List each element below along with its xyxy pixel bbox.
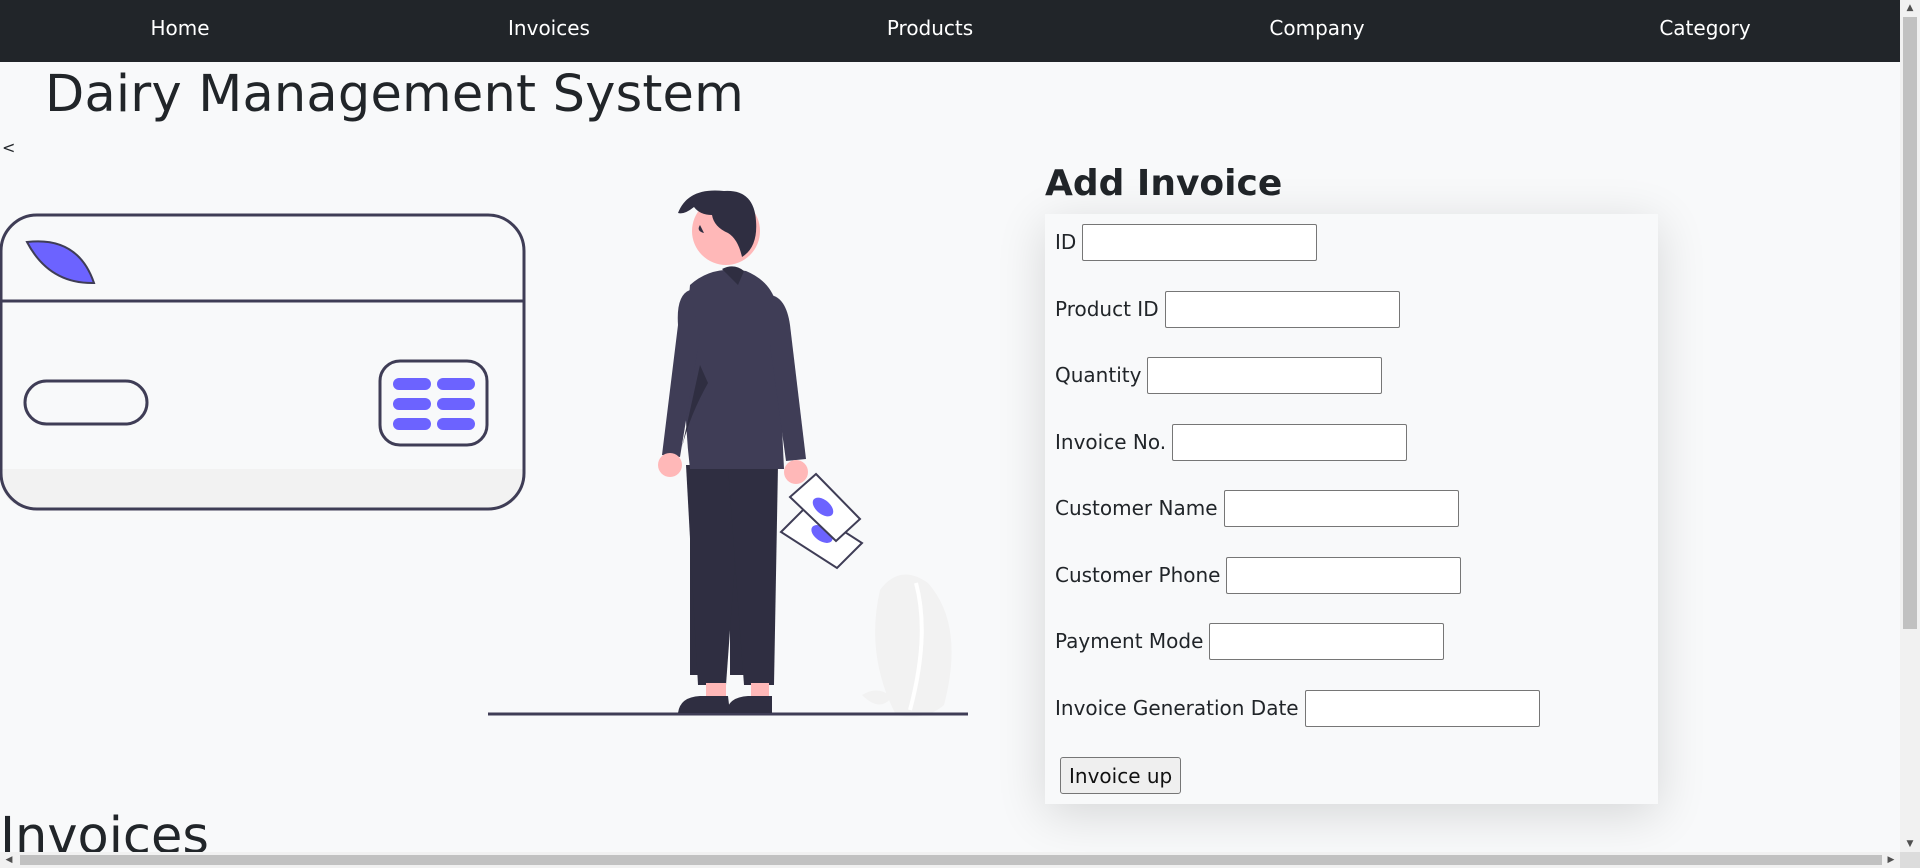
stray-text: < bbox=[2, 138, 16, 157]
vertical-scrollbar[interactable]: ▲ ▼ bbox=[1900, 0, 1920, 868]
customer-phone-label: Customer Phone bbox=[1055, 563, 1221, 587]
nav-item-home[interactable]: Home bbox=[150, 0, 209, 56]
page-title: Dairy Management System bbox=[45, 65, 745, 124]
form-row-product-id: Product ID bbox=[1055, 290, 1400, 328]
form-row-customer-phone: Customer Phone bbox=[1055, 556, 1462, 594]
quantity-label: Quantity bbox=[1055, 363, 1142, 387]
scrollbar-corner bbox=[1900, 852, 1920, 868]
form-title: Add Invoice bbox=[1045, 163, 1283, 204]
invoice-generation-date-input[interactable] bbox=[1304, 689, 1540, 727]
card-pill-shape bbox=[23, 379, 149, 426]
id-input[interactable] bbox=[1082, 223, 1318, 261]
cards-in-hand-icon bbox=[779, 472, 864, 570]
top-navbar: Home Invoices Products Company Category bbox=[0, 0, 1900, 62]
form-row-invoice-generation-date: Invoice Generation Date bbox=[1055, 689, 1540, 727]
product-id-label: Product ID bbox=[1055, 297, 1159, 321]
nav-item-category[interactable]: Category bbox=[1659, 0, 1750, 56]
customer-name-label: Customer Name bbox=[1055, 496, 1218, 520]
payment-mode-label: Payment Mode bbox=[1055, 629, 1204, 653]
vertical-scrollbar-thumb[interactable] bbox=[1903, 17, 1917, 629]
person-figure bbox=[658, 190, 864, 713]
nav-item-company[interactable]: Company bbox=[1269, 0, 1364, 56]
horizontal-scrollbar[interactable]: ◀ ▶ bbox=[0, 852, 1900, 868]
scroll-left-arrow-icon[interactable]: ◀ bbox=[0, 852, 18, 868]
form-row-quantity: Quantity bbox=[1055, 356, 1383, 394]
leaf-icon bbox=[25, 240, 96, 285]
customer-name-input[interactable] bbox=[1223, 489, 1459, 527]
payment-mode-input[interactable] bbox=[1209, 622, 1445, 660]
id-label: ID bbox=[1055, 230, 1077, 254]
customer-phone-input[interactable] bbox=[1226, 556, 1462, 594]
nav-item-products[interactable]: Products bbox=[887, 0, 973, 56]
product-id-input[interactable] bbox=[1164, 290, 1400, 328]
invoice-generation-date-label: Invoice Generation Date bbox=[1055, 696, 1299, 720]
quantity-input[interactable] bbox=[1147, 356, 1383, 394]
invoice-no-label: Invoice No. bbox=[1055, 430, 1167, 454]
payment-card-person-illustration bbox=[0, 190, 968, 717]
add-invoice-form: ID Product ID Quantity Invoice No. Custo… bbox=[1045, 214, 1658, 804]
form-row-id: ID bbox=[1055, 223, 1318, 261]
horizontal-scrollbar-thumb[interactable] bbox=[20, 855, 1882, 865]
credit-card-icon bbox=[0, 213, 526, 511]
form-row-payment-mode: Payment Mode bbox=[1055, 622, 1445, 660]
scroll-right-arrow-icon[interactable]: ▶ bbox=[1882, 852, 1900, 868]
nav-item-invoices[interactable]: Invoices bbox=[508, 0, 590, 56]
plant-icon bbox=[862, 574, 952, 717]
invoice-up-button[interactable]: Invoice up bbox=[1060, 757, 1182, 794]
form-row-invoice-no: Invoice No. bbox=[1055, 423, 1408, 461]
invoice-no-input[interactable] bbox=[1172, 423, 1408, 461]
form-row-customer-name: Customer Name bbox=[1055, 489, 1459, 527]
scroll-down-arrow-icon[interactable]: ▼ bbox=[1900, 836, 1920, 852]
scroll-up-arrow-icon[interactable]: ▲ bbox=[1900, 0, 1920, 16]
